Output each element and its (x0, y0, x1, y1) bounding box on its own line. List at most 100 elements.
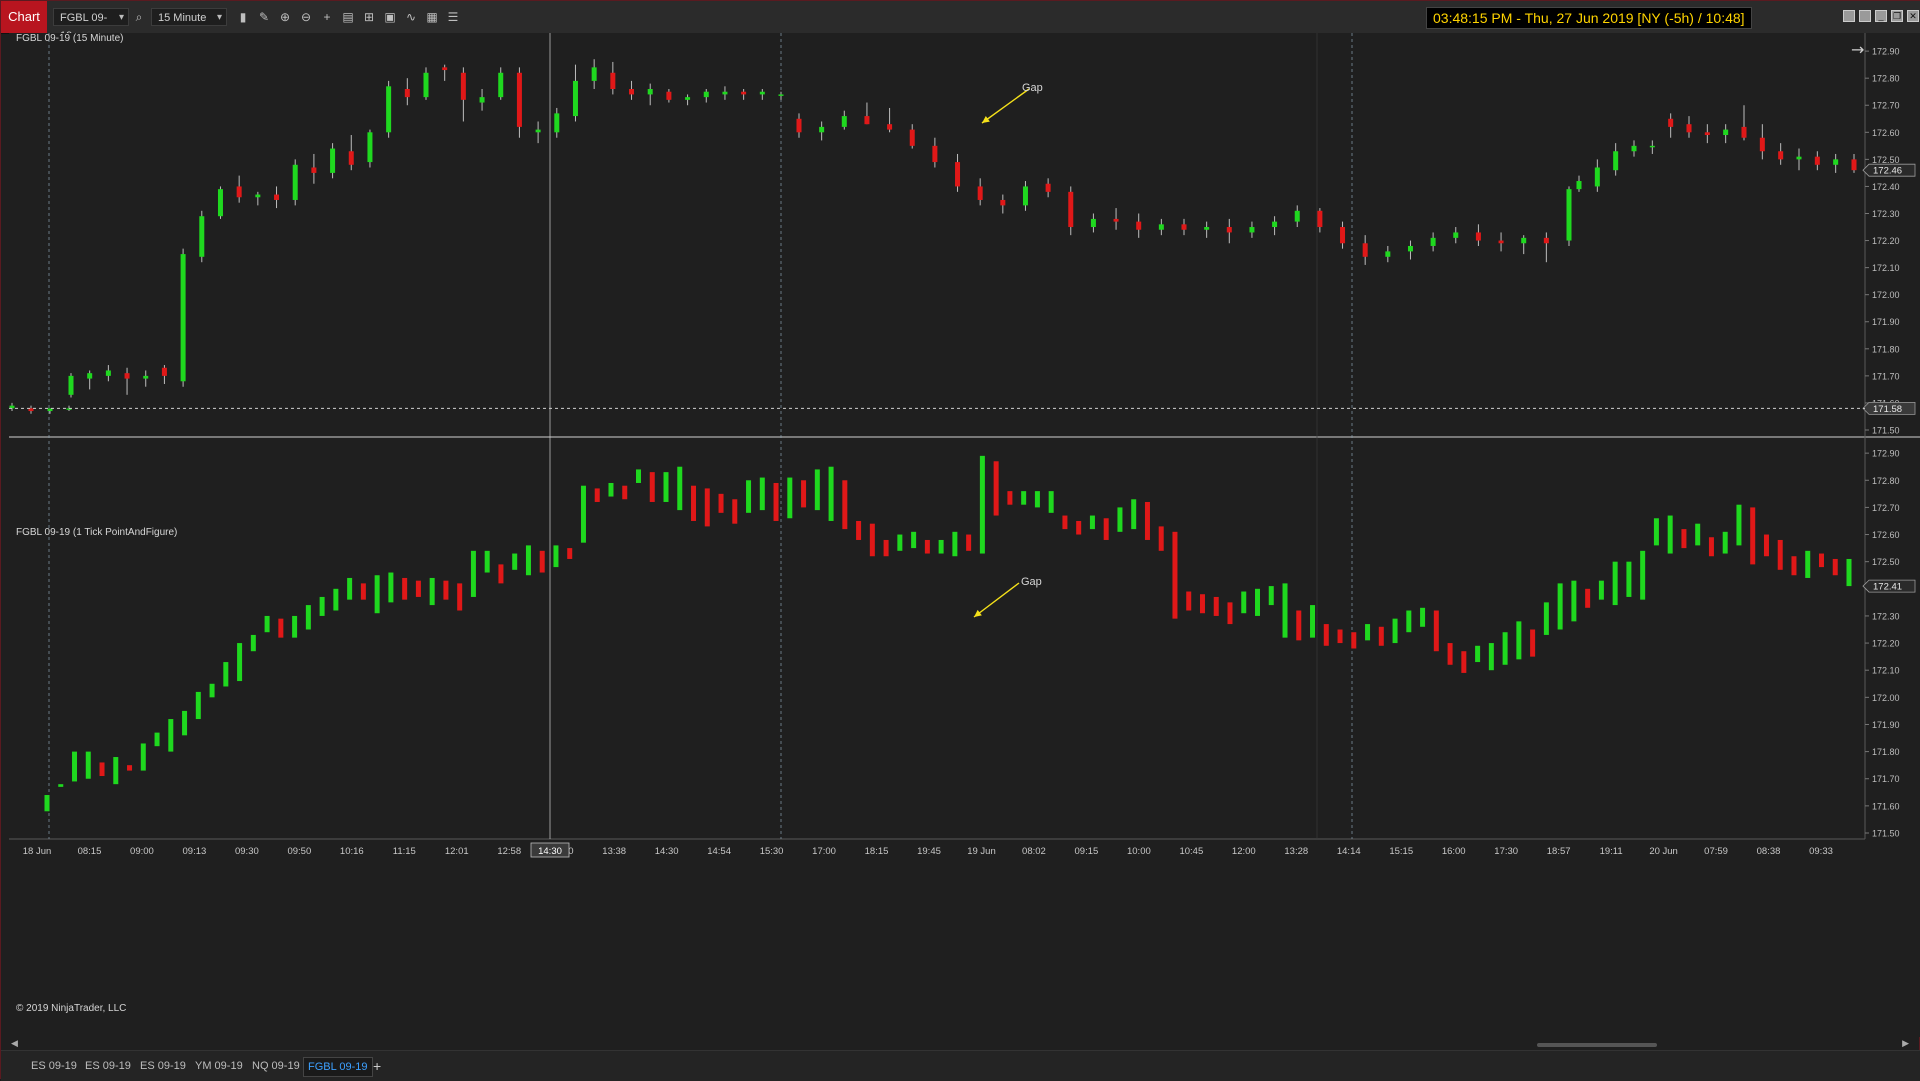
pnf-column[interactable] (250, 634, 256, 652)
pnf-column[interactable] (443, 580, 449, 600)
pnf-column[interactable] (1117, 507, 1123, 532)
candle-body[interactable] (1759, 137, 1765, 152)
candle-body[interactable] (1796, 156, 1802, 160)
pnf-column[interactable] (44, 795, 50, 812)
candle-body[interactable] (666, 91, 672, 100)
pnf-column[interactable] (1750, 507, 1756, 565)
candle-body[interactable] (1851, 159, 1857, 171)
candle-body[interactable] (386, 86, 392, 133)
candle-body[interactable] (1668, 118, 1674, 127)
pnf-column[interactable] (718, 493, 724, 513)
pnf-column[interactable] (952, 531, 958, 557)
pnf-column[interactable] (99, 762, 105, 777)
pnf-column[interactable] (1158, 526, 1164, 551)
pnf-column[interactable] (470, 550, 476, 597)
pnf-column[interactable] (759, 477, 765, 511)
pnf-column[interactable] (1255, 588, 1261, 616)
pnf-column[interactable] (402, 577, 408, 600)
pnf-column[interactable] (1213, 596, 1219, 616)
candle-body[interactable] (1704, 132, 1710, 136)
draw-icon[interactable]: ✎ (256, 9, 272, 25)
pnf-column[interactable] (622, 485, 628, 500)
pnf-column[interactable] (223, 662, 229, 687)
candle-body[interactable] (498, 72, 504, 98)
interval-selector[interactable]: 15 Minute ▾ (151, 8, 227, 26)
pnf-column[interactable] (154, 732, 160, 747)
pnf-column[interactable] (182, 710, 188, 736)
pnf-column[interactable] (883, 539, 889, 557)
pnf-column[interactable] (828, 466, 834, 521)
candle-body[interactable] (442, 67, 448, 71)
candle-body[interactable] (1741, 126, 1747, 138)
pnf-column[interactable] (746, 480, 752, 513)
candle-body[interactable] (180, 254, 186, 382)
pnf-column[interactable] (801, 480, 807, 508)
pnf-column[interactable] (1131, 499, 1137, 530)
candle-body[interactable] (759, 91, 765, 95)
candle-body[interactable] (819, 126, 825, 133)
bar-style-icon[interactable]: ▮ (235, 9, 251, 25)
candle-body[interactable] (778, 94, 784, 96)
pnf-column[interactable] (539, 550, 545, 573)
pnf-column[interactable] (127, 765, 133, 771)
minimize-icon[interactable]: _ (1875, 10, 1887, 22)
candle-body[interactable] (1475, 232, 1481, 241)
pnf-column[interactable] (732, 499, 738, 524)
strategies-icon[interactable]: ▣ (382, 9, 398, 25)
pnf-column[interactable] (1007, 491, 1013, 505)
scroll-right-icon[interactable]: ▶ (1902, 1038, 1909, 1049)
candle-body[interactable] (591, 67, 597, 81)
candle-body[interactable] (1249, 227, 1255, 233)
candle-body[interactable] (629, 89, 635, 95)
candle-body[interactable] (1723, 129, 1729, 136)
pnf-column[interactable] (938, 539, 944, 554)
instrument-tab-es[interactable]: ES 09-19 (136, 1057, 190, 1075)
pnf-column[interactable] (305, 605, 311, 630)
pnf-column[interactable] (1543, 602, 1549, 635)
pnf-column[interactable] (691, 485, 697, 521)
search-icon[interactable]: ⌕ (131, 9, 147, 25)
candle-body[interactable] (1594, 167, 1600, 187)
candle-body[interactable] (68, 375, 74, 395)
candle-body[interactable] (1631, 145, 1637, 152)
candle-body[interactable] (841, 116, 847, 127)
pnf-column[interactable] (966, 534, 972, 551)
pnf-column[interactable] (333, 588, 339, 611)
list-icon[interactable]: ☰ (445, 9, 461, 25)
candle-body[interactable] (647, 89, 653, 95)
pnf-column[interactable] (1516, 621, 1522, 660)
candle-body[interactable] (460, 72, 466, 100)
candle-body[interactable] (796, 118, 802, 133)
chart-area[interactable]: 172.90 172.80 172.70 172.60 172.50 172.40 172.… (9, 33, 1920, 1037)
instrument-tab-nq[interactable]: NQ 09-19 (248, 1057, 304, 1075)
candle-body[interactable] (404, 89, 410, 98)
chart-tab[interactable]: Chart (1, 1, 47, 33)
pnf-column[interactable] (415, 580, 421, 597)
candle-body[interactable] (348, 151, 354, 165)
pnf-column[interactable] (594, 488, 600, 502)
pnf-column[interactable] (1420, 607, 1426, 627)
arrow-right-icon[interactable]: → (1851, 40, 1864, 59)
pnf-column[interactable] (1667, 515, 1673, 554)
pnf-column[interactable] (319, 596, 325, 616)
candle-body[interactable] (1113, 218, 1119, 222)
pnf-column[interactable] (1103, 518, 1109, 540)
pnf-column[interactable] (663, 472, 669, 502)
pnf-column[interactable] (1337, 629, 1343, 644)
pnf-column[interactable] (1791, 556, 1797, 576)
candle-body[interactable] (977, 186, 983, 200)
candle-body[interactable] (1226, 227, 1232, 233)
candle-body[interactable] (87, 373, 93, 379)
candle-body[interactable] (535, 129, 541, 133)
pnf-column[interactable] (1365, 624, 1371, 641)
pnf-column[interactable] (85, 751, 91, 779)
pnf-column[interactable] (1076, 520, 1082, 535)
candle-body[interactable] (1385, 251, 1391, 257)
pnf-column[interactable] (842, 480, 848, 530)
candle-body[interactable] (1068, 191, 1074, 228)
indicators-icon[interactable]: ⊞ (361, 9, 377, 25)
candle-body[interactable] (330, 148, 336, 173)
pnf-column[interactable] (1681, 529, 1687, 549)
candle-body[interactable] (554, 113, 560, 133)
candle-body[interactable] (479, 97, 485, 103)
